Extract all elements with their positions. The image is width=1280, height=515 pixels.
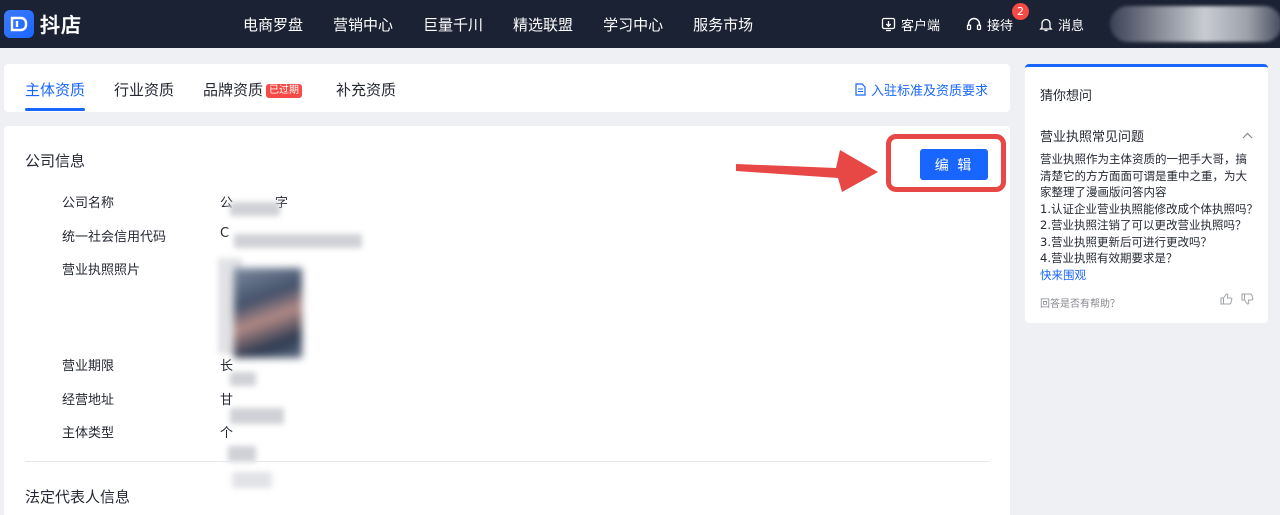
side-panel-title: 猜你想问 — [1040, 89, 1093, 104]
license-photo-thumbnail[interactable] — [234, 268, 302, 358]
qualification-tabs: 主体资质 行业资质 品牌资质 已过期 补充资质 入驻标准及资质要求 — [4, 64, 1010, 112]
company-name-label: 公司名称 — [62, 196, 115, 211]
tab-brand-qualification[interactable]: 品牌资质 已过期 — [203, 79, 303, 100]
messages-button[interactable]: 消息 — [1039, 15, 1084, 34]
credit-code-value: C — [220, 226, 230, 241]
tab-brand-label: 品牌资质 — [203, 81, 264, 99]
faq-side-panel: 猜你想问 营业执照常见问题 营业执照作为主体资质的一把手大哥，搞清楚它的方方面面… — [1025, 64, 1268, 323]
nav-item-qianchuan[interactable]: 巨量千川 — [423, 14, 483, 35]
helpful-question: 回答是否有帮助？ — [1040, 299, 1120, 310]
red-arrow-annotation-icon — [736, 150, 878, 192]
logo-text: 抖店 — [40, 13, 82, 37]
nav-item-alliance[interactable]: 精选联盟 — [513, 14, 573, 35]
main-nav: 电商罗盘 营销中心 巨量千川 精选联盟 学习中心 服务市场 — [228, 0, 768, 48]
top-navigation-bar: 抖店 电商罗盘 营销中心 巨量千川 精选联盟 学习中心 服务市场 客户端 接待 … — [0, 0, 1280, 48]
download-icon — [881, 17, 896, 31]
messages-label: 消息 — [1057, 18, 1084, 34]
thumbs-up-icon[interactable] — [1220, 293, 1233, 305]
entity-type-label: 主体类型 — [62, 426, 115, 441]
business-address-label: 经营地址 — [62, 393, 115, 408]
faq-question[interactable]: 1.认证企业营业执照能修改成个体执照吗？ — [1040, 201, 1258, 218]
faq-group-title: 营业执照常见问题 — [1040, 130, 1145, 145]
legal-rep-title: 法定代表人信息 — [25, 488, 131, 506]
reception-button[interactable]: 接待 2 — [966, 2, 1029, 34]
faq-intro: 营业执照作为主体资质的一把手大哥，搞清楚它的方方面面可谓是重中之重，为大家整理了… — [1040, 152, 1247, 199]
section-divider — [25, 461, 989, 462]
business-address-value: 甘 — [220, 393, 234, 408]
feedback-buttons — [1220, 293, 1254, 305]
edit-button[interactable]: 编 辑 — [920, 149, 988, 180]
nav-item-learning-center[interactable]: 学习中心 — [603, 14, 663, 35]
unread-count-badge: 2 — [1011, 2, 1029, 20]
faq-question[interactable]: 2.营业执照注销了可以更改营业执照吗？ — [1040, 217, 1255, 234]
nav-item-ecommerce-compass[interactable]: 电商罗盘 — [243, 14, 303, 35]
active-tab-indicator — [25, 108, 85, 111]
header-actions: 客户端 接待 2 消息 — [881, 0, 1280, 48]
expired-tag: 已过期 — [266, 84, 303, 98]
redacted-business-term — [230, 372, 256, 386]
headset-icon — [966, 17, 982, 30]
document-icon — [855, 83, 866, 96]
chevron-up-icon — [1242, 132, 1253, 139]
account-menu[interactable] — [1110, 6, 1280, 42]
tab-supplementary-qualification[interactable]: 补充资质 — [336, 79, 396, 100]
license-photo-label: 营业执照照片 — [62, 263, 141, 278]
reception-label: 接待 — [986, 18, 1013, 34]
faq-question[interactable]: 3.营业执照更新后可进行更改吗？ — [1040, 234, 1255, 251]
company-info-title: 公司信息 — [25, 152, 86, 170]
settlement-standards-label: 入驻标准及资质要求 — [870, 84, 988, 99]
nav-item-service-market[interactable]: 服务市场 — [693, 14, 753, 35]
redacted-business-address — [230, 408, 284, 424]
faq-more-link[interactable]: 快来围观 — [1040, 267, 1255, 284]
tab-industry-qualification[interactable]: 行业资质 — [114, 79, 174, 100]
redacted-credit-code — [234, 234, 362, 248]
entity-type-value: 个 — [220, 426, 234, 441]
redacted-extra — [232, 472, 272, 488]
doudian-logo-icon — [4, 9, 34, 38]
thumbs-down-icon[interactable] — [1241, 293, 1254, 305]
business-term-label: 营业期限 — [62, 359, 115, 374]
client-download-button[interactable]: 客户端 — [881, 15, 940, 34]
logo[interactable]: 抖店 — [4, 9, 82, 38]
faq-question[interactable]: 4.营业执照有效期要求是？ — [1040, 250, 1255, 267]
nav-item-marketing-center[interactable]: 营销中心 — [333, 14, 393, 35]
credit-code-label: 统一社会信用代码 — [62, 230, 167, 245]
company-info-card: 公司信息 编 辑 公司名称 公字 统一社会信用代码 C 营业执照照片 营业期限 … — [4, 126, 1010, 515]
tab-main-qualification[interactable]: 主体资质 — [25, 79, 85, 100]
settlement-standards-link[interactable]: 入驻标准及资质要求 — [855, 80, 988, 99]
client-label: 客户端 — [900, 18, 940, 34]
faq-group-header[interactable]: 营业执照常见问题 — [1040, 126, 1253, 145]
faq-content: 营业执照作为主体资质的一把手大哥，搞清楚它的方方面面可谓是重中之重，为大家整理了… — [1040, 151, 1258, 284]
redacted-entity-type — [228, 446, 256, 462]
redacted-company-name — [230, 202, 280, 216]
bell-icon — [1039, 18, 1053, 31]
